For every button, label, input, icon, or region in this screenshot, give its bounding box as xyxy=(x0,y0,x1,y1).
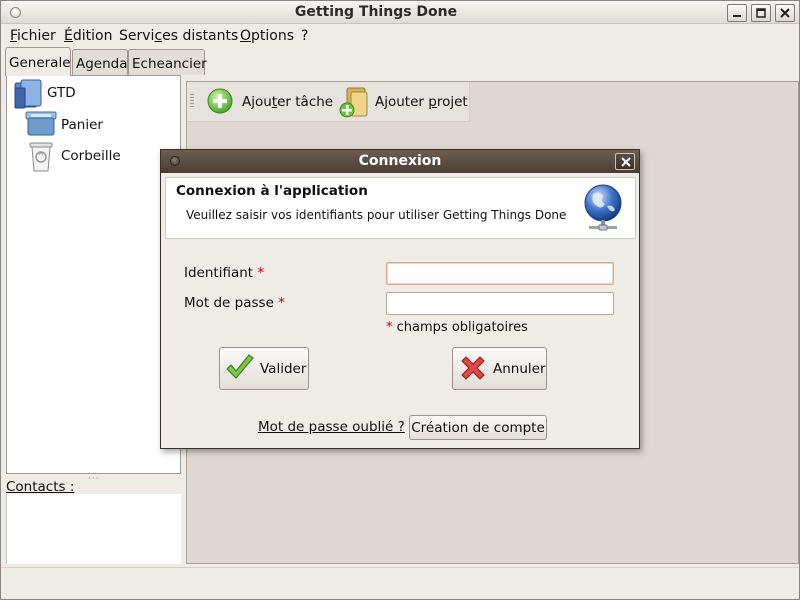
menu-services-distants[interactable]: Services distants xyxy=(119,28,238,44)
contacts-list[interactable] xyxy=(6,494,181,564)
menu-help[interactable]: ? xyxy=(301,28,308,44)
cross-icon xyxy=(461,356,485,380)
maximize-icon xyxy=(756,8,766,18)
validate-button[interactable]: Valider xyxy=(219,347,309,390)
dialog-header: Connexion à l'application Veuillez saisi… xyxy=(165,177,636,239)
tab-echeancier[interactable]: Echeancier xyxy=(128,49,207,75)
dialog-title: Connexion xyxy=(358,153,442,169)
menu-fichier[interactable]: Fichier xyxy=(10,28,56,44)
checkmark-icon xyxy=(226,354,254,379)
tree-panel: GTD Panier Corbeille xyxy=(6,75,181,474)
menu-edition[interactable]: Édition xyxy=(64,28,112,44)
toolbar-grip[interactable] xyxy=(190,94,194,108)
tree-item-label: Panier xyxy=(61,117,103,133)
required-note: * champs obligatoires xyxy=(386,320,528,335)
cancel-button[interactable]: Annuler xyxy=(452,347,547,390)
tab-agenda[interactable]: Agenda xyxy=(72,49,128,75)
contacts-label: Contacts : xyxy=(6,479,75,495)
trash-icon xyxy=(29,142,53,172)
maximize-button[interactable] xyxy=(751,4,771,22)
close-icon xyxy=(621,157,631,167)
cancel-label: Annuler xyxy=(493,361,546,377)
basket-icon xyxy=(25,111,57,136)
validate-label: Valider xyxy=(260,361,307,377)
add-circle-icon xyxy=(207,88,233,114)
tree-item-corbeille[interactable]: Corbeille xyxy=(27,141,177,172)
status-bar xyxy=(1,567,799,599)
password-input[interactable] xyxy=(386,292,614,315)
minimize-icon xyxy=(733,15,741,17)
window-title: Getting Things Done xyxy=(294,4,458,20)
forgot-password-link[interactable]: Mot de passe oublié ? xyxy=(258,419,405,435)
identifiant-label: Identifiant * xyxy=(184,265,265,281)
dialog-close-button[interactable] xyxy=(615,153,635,170)
add-task-label: Ajouter tâche xyxy=(242,94,334,110)
identifiant-input[interactable] xyxy=(386,262,614,285)
add-folder-icon xyxy=(339,87,368,118)
dialog-titlebar[interactable]: Connexion xyxy=(161,150,639,173)
tree-item-gtd[interactable]: GTD xyxy=(13,78,173,109)
tab-generale[interactable]: Generale xyxy=(5,47,71,76)
close-icon xyxy=(780,8,790,18)
add-project-label: Ajouter projet xyxy=(375,94,468,110)
toolbar: Ajouter tâche Ajouter projet xyxy=(187,82,470,122)
tree-item-panier[interactable]: Panier xyxy=(25,110,175,138)
create-account-button[interactable]: Création de compte xyxy=(409,415,547,440)
minimize-button[interactable] xyxy=(727,4,747,22)
dialog-header-title: Connexion à l'application xyxy=(176,183,368,199)
folder-icon xyxy=(14,79,42,109)
add-project-button[interactable]: Ajouter projet xyxy=(339,84,468,120)
tree-item-label: GTD xyxy=(47,85,76,101)
login-dialog: Connexion Connexion à l'application Veui… xyxy=(160,149,640,449)
network-globe-icon xyxy=(584,184,622,231)
password-label: Mot de passe * xyxy=(184,295,285,311)
window-titlebar[interactable]: Getting Things Done xyxy=(1,1,799,24)
menubar: Fichier Édition Services distants Option… xyxy=(1,24,799,48)
close-button[interactable] xyxy=(775,4,795,22)
menu-options[interactable]: Options xyxy=(240,28,294,44)
dialog-header-subtitle: Veuillez saisir vos identifiants pour ut… xyxy=(186,208,567,222)
tree-item-label: Corbeille xyxy=(61,148,121,164)
splitter-handle[interactable]: ··· xyxy=(88,474,100,484)
add-task-button[interactable]: Ajouter tâche xyxy=(205,84,334,120)
